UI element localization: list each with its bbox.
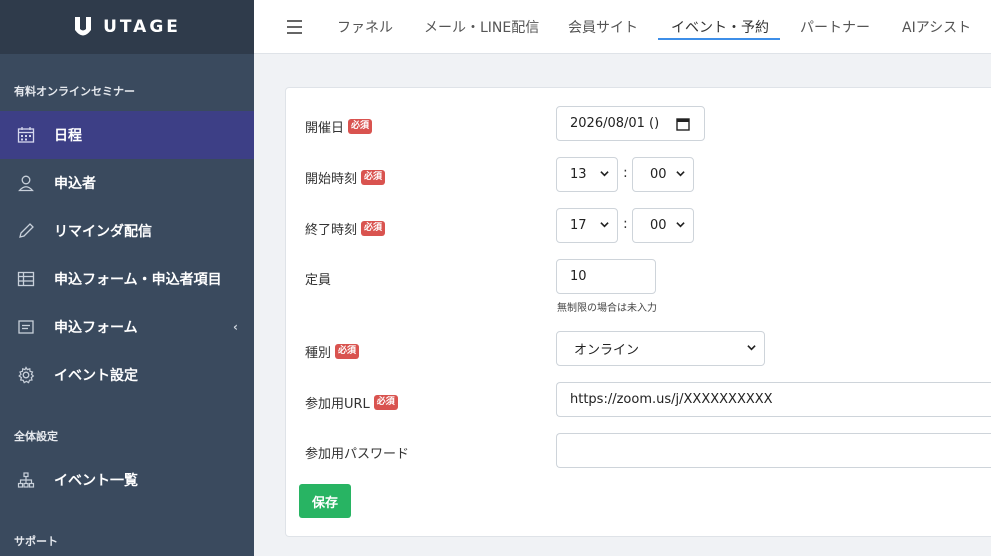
- capacity-label: 定員: [305, 273, 332, 288]
- chevron-down-icon: [747, 344, 756, 350]
- brand-logo[interactable]: UTAGE: [0, 0, 254, 54]
- tab-funnel[interactable]: ファネル: [337, 17, 393, 37]
- chevron-down-icon: [676, 221, 685, 227]
- end-hour-select[interactable]: 17: [556, 208, 618, 243]
- tab-partner[interactable]: パートナー: [800, 17, 870, 37]
- top-nav-bar: ファネル メール・LINE配信 会員サイト イベント・予約 パートナー AIアシ…: [254, 0, 991, 54]
- sidebar-item-applicants[interactable]: 申込者: [0, 159, 254, 207]
- sitemap-icon: [17, 472, 35, 488]
- url-label: 参加用URL 必須: [305, 393, 398, 412]
- form-icon: [18, 320, 34, 334]
- tab-event-booking[interactable]: イベント・予約: [671, 17, 769, 37]
- end-minute-select[interactable]: 00: [632, 208, 694, 243]
- sidebar-item-label: 申込者: [54, 176, 96, 192]
- type-label: 種別 必須: [305, 342, 360, 361]
- end-time-label: 終了時刻 必須: [305, 219, 386, 238]
- save-button[interactable]: 保存: [299, 484, 351, 518]
- sidebar-item-form-fields[interactable]: 申込フォーム・申込者項目: [0, 255, 254, 303]
- type-select[interactable]: オンライン: [556, 331, 765, 366]
- table-icon: [17, 271, 35, 287]
- date-label: 開催日 必須: [305, 117, 373, 136]
- sidebar-item-form[interactable]: 申込フォーム ‹: [0, 303, 254, 351]
- start-minute-select[interactable]: 00: [632, 157, 694, 192]
- password-input[interactable]: [556, 433, 991, 468]
- sidebar-item-label: イベント設定: [54, 368, 138, 384]
- gear-icon: [18, 366, 35, 384]
- sidebar-item-label: 申込フォーム・申込者項目: [54, 272, 222, 288]
- brand-name: UTAGE: [103, 17, 181, 37]
- sidebar-item-event-settings[interactable]: イベント設定: [0, 351, 254, 399]
- password-label: 参加用パスワード: [305, 447, 410, 462]
- active-tab-underline: [658, 38, 780, 40]
- sidebar-section-support: サポート: [14, 535, 58, 548]
- required-badge: 必須: [335, 344, 360, 359]
- sidebar-item-label: 申込フォーム: [54, 320, 138, 336]
- sidebar-item-label: 日程: [54, 128, 82, 144]
- start-time-label: 開始時刻 必須: [305, 168, 386, 187]
- sidebar-item-event-list[interactable]: イベント一覧: [0, 456, 254, 504]
- required-badge: 必須: [361, 170, 386, 185]
- sidebar-section-seminar: 有料オンラインセミナー: [14, 85, 135, 98]
- tab-member-site[interactable]: 会員サイト: [568, 17, 638, 37]
- utage-logo-icon: [75, 17, 92, 36]
- sidebar-item-label: イベント一覧: [54, 473, 138, 489]
- chevron-down-icon: [600, 170, 609, 176]
- required-badge: 必須: [373, 395, 398, 410]
- capacity-hint: 無制限の場合は未入力: [557, 303, 657, 314]
- time-separator: :: [623, 216, 628, 232]
- calendar-picker-icon[interactable]: [676, 117, 690, 131]
- tab-ai-assist[interactable]: AIアシスト: [902, 17, 971, 37]
- chevron-down-icon: [600, 221, 609, 227]
- chevron-down-icon: [676, 170, 685, 176]
- chevron-left-icon: ‹: [233, 320, 238, 334]
- time-separator: :: [623, 165, 628, 181]
- user-icon: [18, 175, 34, 192]
- date-input[interactable]: 2026/08/01 (): [556, 106, 705, 141]
- tab-mail-line[interactable]: メール・LINE配信: [424, 17, 539, 37]
- sidebar-item-reminder[interactable]: リマインダ配信: [0, 207, 254, 255]
- sidebar-item-schedule[interactable]: 日程: [0, 111, 254, 159]
- calendar-icon: [17, 127, 35, 143]
- url-input[interactable]: https://zoom.us/j/XXXXXXXXXX: [556, 382, 991, 417]
- pencil-icon: [19, 223, 34, 238]
- required-badge: 必須: [348, 119, 373, 134]
- required-badge: 必須: [361, 221, 386, 236]
- sidebar-section-global: 全体設定: [14, 430, 58, 443]
- capacity-input[interactable]: 10: [556, 259, 656, 294]
- hamburger-menu-icon[interactable]: [287, 20, 302, 34]
- sidebar: UTAGE 有料オンラインセミナー 日程 申込者 リマインダ配信 申込フォーム・…: [0, 0, 254, 556]
- sidebar-item-label: リマインダ配信: [54, 224, 152, 240]
- start-hour-select[interactable]: 13: [556, 157, 618, 192]
